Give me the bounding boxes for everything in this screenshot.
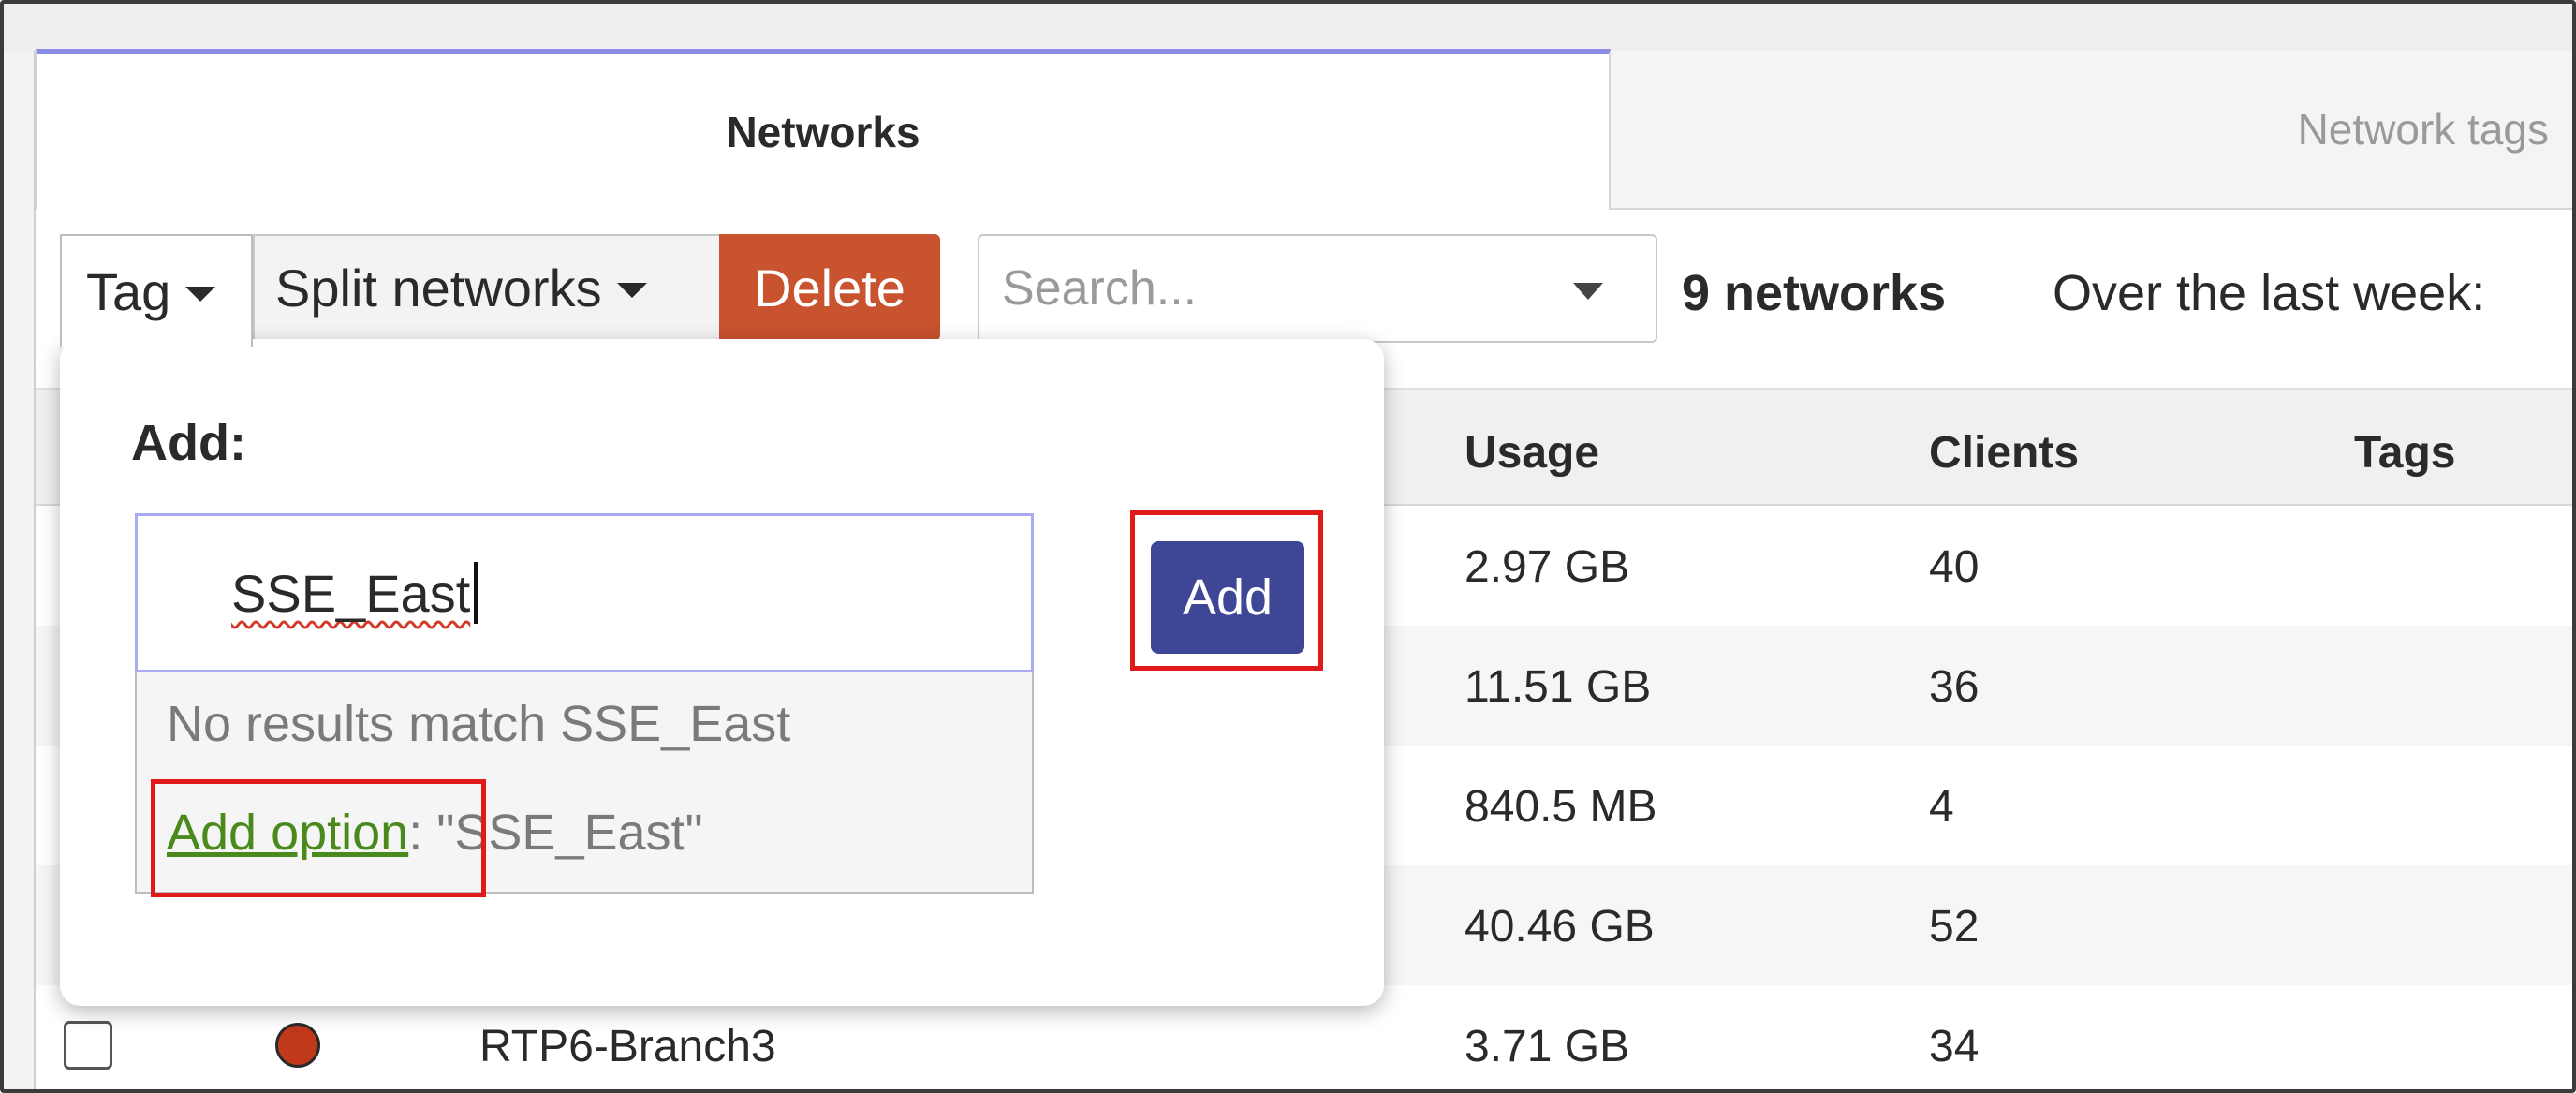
usage-cell: 11.51 GB [1465,662,1652,712]
tab-networks[interactable]: Networks [36,49,1611,210]
tag-button-label: Tag [86,261,171,321]
search-input[interactable] [1002,260,1526,317]
usage-cell: 2.97 GB [1465,542,1630,592]
clients-cell: 4 [1929,782,1954,832]
left-rail [4,51,36,1089]
row-checkbox[interactable] [64,1021,112,1070]
highlight-box-add-button [1130,510,1323,671]
no-results-message: No results match SSE_East [167,696,791,752]
tag-input-value: SSE_East [231,563,471,623]
highlight-box-add-option [151,779,486,897]
column-header-tags[interactable]: Tags [2354,427,2455,479]
tab-network-tags-label: Network tags [2297,105,2549,154]
clients-cell: 34 [1929,1022,1980,1071]
usage-cell: 3.71 GB [1465,1022,1630,1071]
app-frame: Networks Network tags Tag Split networks… [0,0,2576,1093]
network-name-cell[interactable]: RTP6-Branch3 [479,1021,776,1072]
split-networks-button[interactable]: Split networks [253,234,721,341]
column-header-usage[interactable]: Usage [1465,427,1599,479]
tag-input-field[interactable]: SSE_East [135,513,1034,672]
delete-label: Delete [754,258,905,318]
search-dropdown[interactable] [978,234,1657,343]
usage-cell: 840.5 MB [1465,782,1657,832]
delete-button[interactable]: Delete [719,234,940,341]
status-dot-icon [275,1023,320,1068]
split-networks-label: Split networks [275,258,602,318]
text-cursor [474,562,478,624]
clients-cell: 36 [1929,662,1980,712]
tab-network-tags[interactable]: Network tags [1611,51,2572,210]
clients-cell: 52 [1929,902,1980,952]
network-count: 9 networks [1682,265,1947,321]
clients-cell: 40 [1929,542,1980,592]
chevron-down-icon [616,283,647,298]
tag-dropdown-button[interactable]: Tag [60,234,253,347]
chevron-down-icon [185,287,216,302]
column-header-clients[interactable]: Clients [1929,427,2079,479]
period-label: Over the last week: [2053,265,2486,321]
chevron-down-icon[interactable] [1573,283,1603,300]
add-tag-popup: Add: SSE_East No results match SSE_East … [60,339,1384,1006]
popup-title: Add: [131,415,246,471]
usage-cell: 40.46 GB [1465,902,1655,952]
tab-networks-label: Networks [726,108,920,156]
top-strip [4,4,2572,51]
